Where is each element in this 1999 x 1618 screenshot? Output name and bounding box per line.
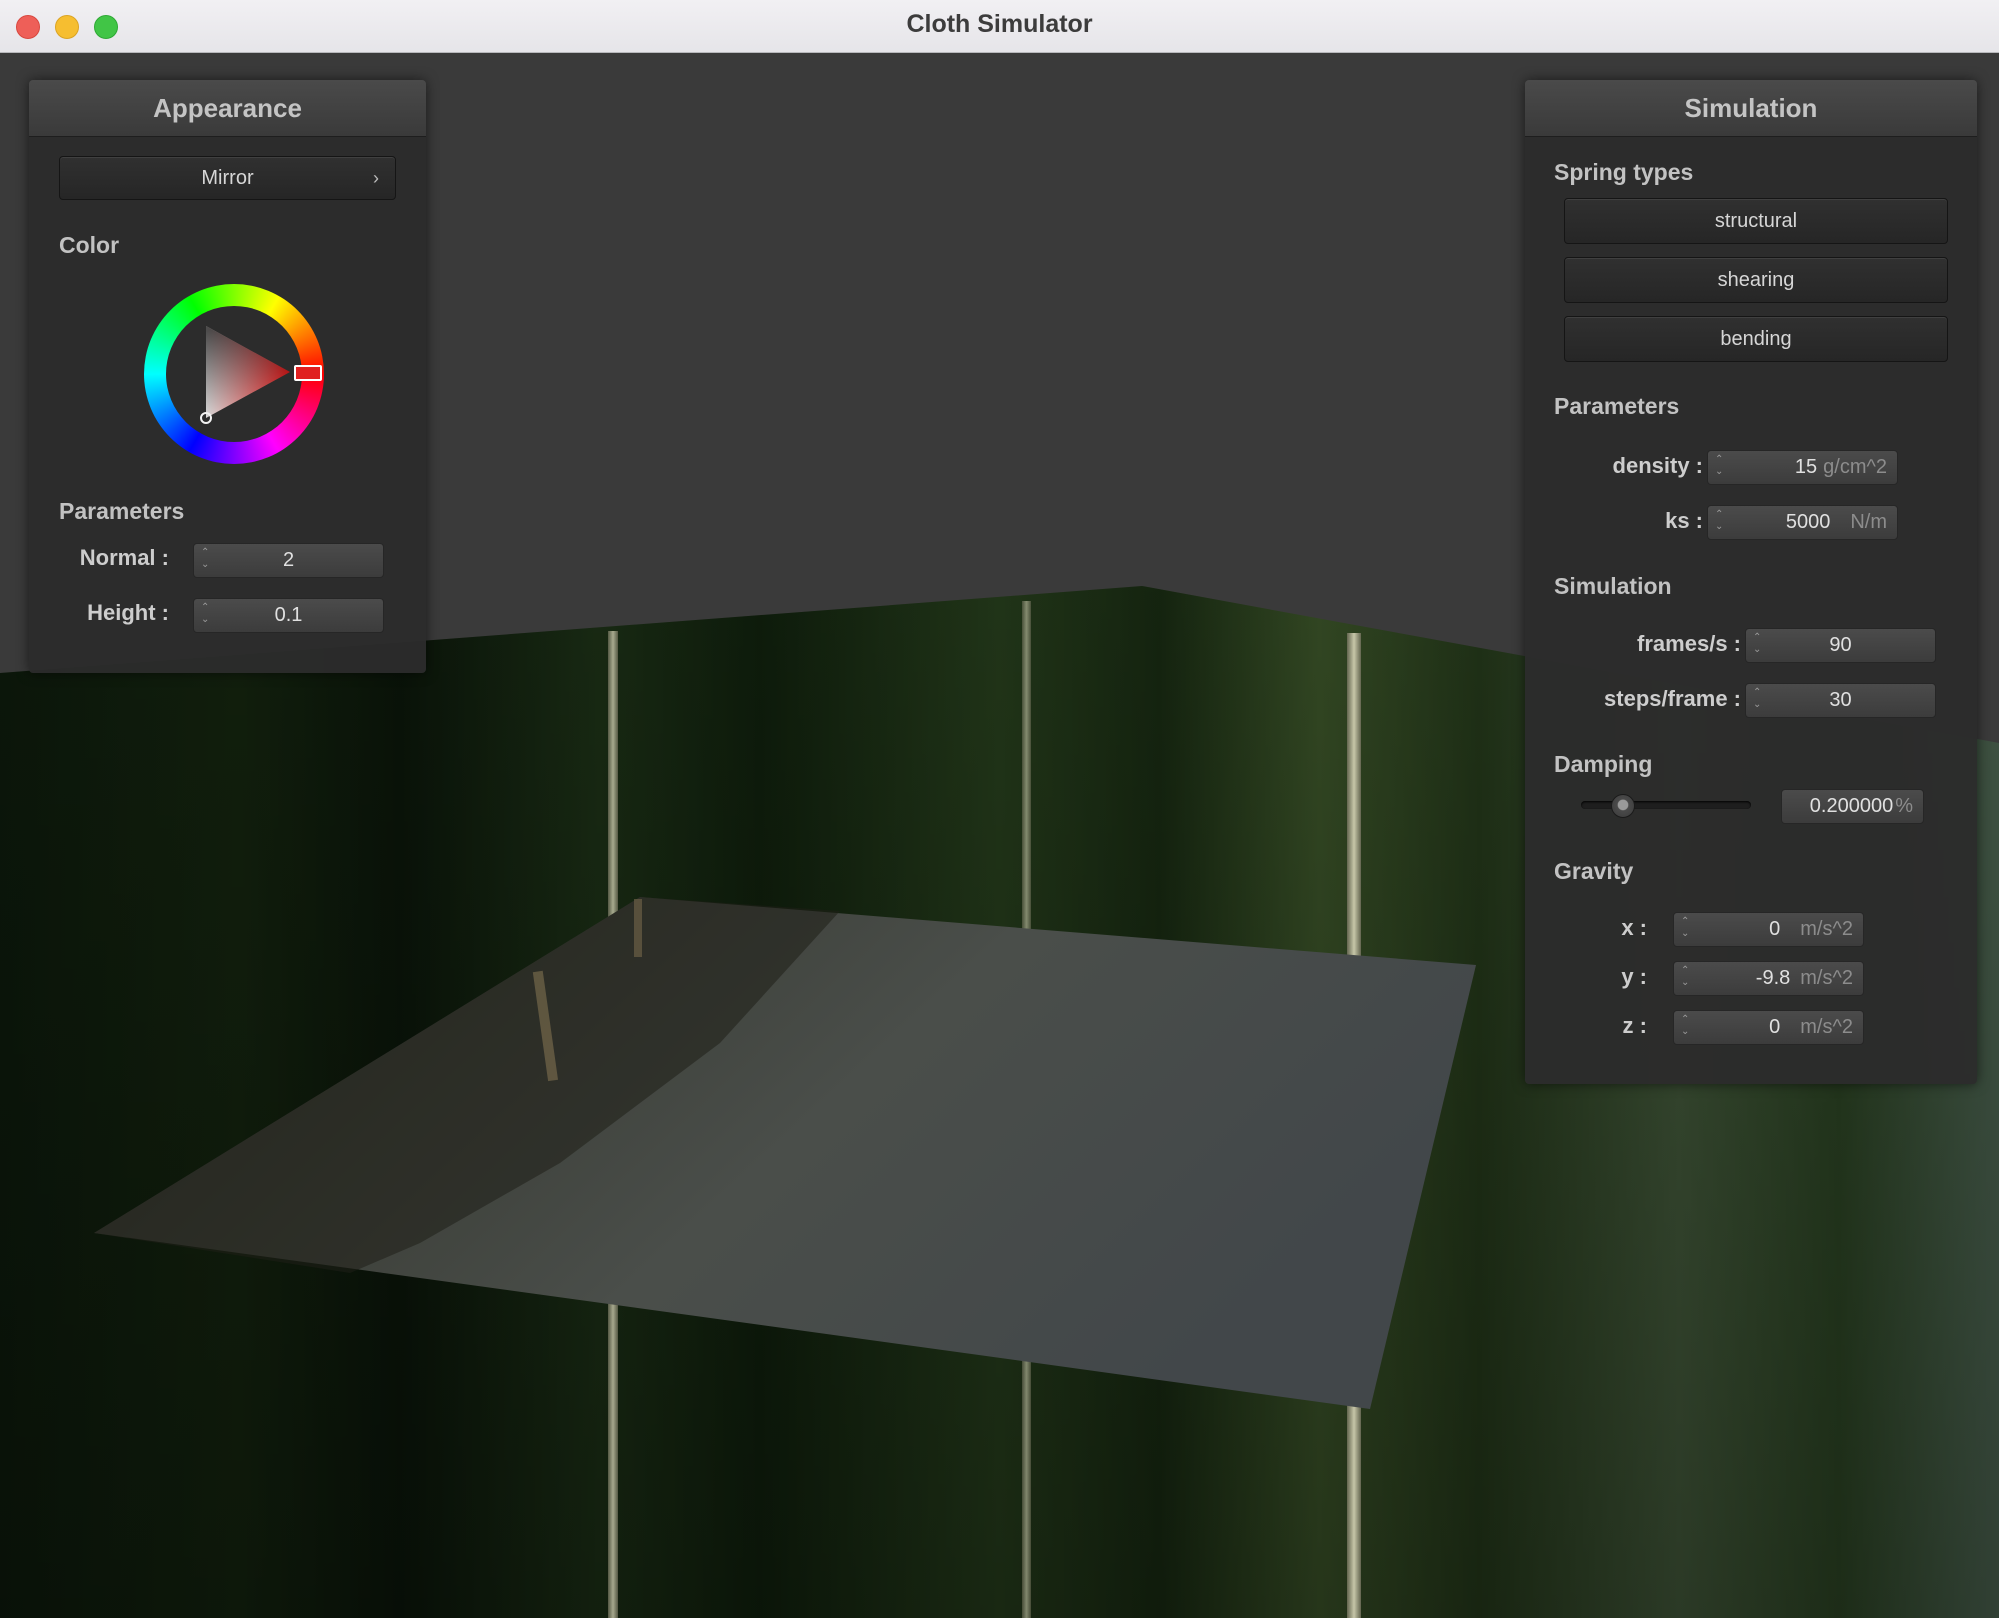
damping-slider[interactable] [1581,794,1751,818]
gravity-x-value: 0 [1769,918,1781,940]
gravity-y-label: y : [1621,964,1647,989]
simulation-panel-title: Simulation [1525,80,1977,137]
density-input[interactable]: ⌃ ⌄ 15 g/cm^2 [1707,450,1898,485]
gravity-x-input[interactable]: ⌃ ⌄ 0 m/s^2 [1673,912,1864,947]
simulation-parameters-label: Parameters [1554,393,1680,419]
height-label: Height : [87,600,169,625]
frames-per-second-input[interactable]: ⌃ ⌄ 90 [1745,628,1936,663]
gravity-x-unit: m/s^2 [1800,918,1853,940]
gravity-label: Gravity [1554,858,1634,884]
shearing-spring-toggle[interactable]: shearing [1564,257,1948,303]
title-bar: Cloth Simulator [0,0,1999,53]
gravity-z-unit: m/s^2 [1800,1016,1853,1038]
normal-value: 2 [282,549,295,571]
steps-per-frame-value: 30 [1829,689,1852,711]
damping-unit: % [1895,795,1913,817]
frames-per-second-value: 90 [1829,634,1852,656]
density-unit: g/cm^2 [1823,456,1887,478]
3d-viewport[interactable]: Appearance Mirror › Color Parameters Nor… [0,53,1999,1618]
spinner-arrows-icon[interactable]: ⌃ ⌄ [1681,965,1689,989]
ks-unit: N/m [1850,511,1887,533]
ks-value: 5000 [1785,511,1831,533]
chevron-right-icon: › [373,168,379,188]
bending-spring-toggle[interactable]: bending [1564,316,1948,362]
height-input[interactable]: ⌃ ⌄ 0.1 [193,598,384,633]
shader-select-button[interactable]: Mirror › [59,156,396,200]
shader-select-label: Mirror [201,167,254,189]
height-value: 0.1 [274,604,303,626]
steps-per-frame-label: steps/frame : [1604,686,1741,711]
gravity-z-value: 0 [1769,1016,1781,1038]
appearance-parameters-label: Parameters [59,498,185,524]
simulation-section-label: Simulation [1554,573,1672,599]
steps-per-frame-input[interactable]: ⌃ ⌄ 30 [1745,683,1936,718]
color-section-label: Color [59,232,120,258]
appearance-panel: Appearance Mirror › Color Parameters Nor… [29,80,426,673]
normal-label: Normal : [79,545,169,570]
spinner-arrows-icon[interactable]: ⌃ ⌄ [1681,916,1689,940]
damping-label: Damping [1554,751,1653,777]
color-wheel[interactable] [144,284,324,464]
frames-per-second-label: frames/s : [1637,631,1741,656]
spinner-arrows-icon[interactable]: ⌃ ⌄ [1715,509,1723,533]
gravity-y-value: -9.8 [1755,967,1791,989]
gravity-z-input[interactable]: ⌃ ⌄ 0 m/s^2 [1673,1010,1864,1045]
normal-input[interactable]: ⌃ ⌄ 2 [193,543,384,578]
simulation-panel: Simulation Spring types structural shear… [1525,80,1977,1084]
density-label: density : [1612,453,1703,478]
damping-input[interactable]: 0.200000% [1781,789,1924,824]
gravity-z-label: z : [1622,1013,1647,1038]
damping-slider-track [1581,801,1751,809]
structural-spring-toggle[interactable]: structural [1564,198,1948,244]
hue-selector-handle[interactable] [294,365,322,381]
spinner-arrows-icon[interactable]: ⌃ ⌄ [1681,1014,1689,1038]
damping-value: 0.200000 [1809,795,1894,817]
spinner-arrows-icon[interactable]: ⌃ ⌄ [1715,454,1723,478]
density-value: 15 [1794,456,1818,478]
appearance-panel-title: Appearance [29,80,426,137]
damping-slider-handle[interactable] [1610,794,1635,818]
ks-label: ks : [1665,508,1703,533]
gravity-x-label: x : [1621,915,1647,940]
window-title: Cloth Simulator [906,10,1093,38]
gravity-y-input[interactable]: ⌃ ⌄ -9.8 m/s^2 [1673,961,1864,996]
spring-types-label: Spring types [1554,159,1694,185]
ks-input[interactable]: ⌃ ⌄ 5000 N/m [1707,505,1898,540]
gravity-y-unit: m/s^2 [1800,967,1853,989]
